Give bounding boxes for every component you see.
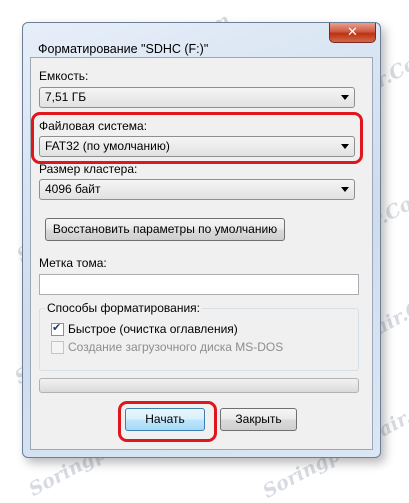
dialog-title: Форматирование "SDHC (F:)" [38,42,209,56]
close-icon: ✕ [347,24,358,39]
filesystem-value: FAT32 (по умолчанию) [45,139,170,153]
volume-label-input[interactable] [39,274,359,295]
quick-format-checkbox[interactable] [51,321,64,336]
restore-defaults-button[interactable]: Восстановить параметры по умолчанию [45,218,285,241]
capacity-value: 7,51 ГБ [45,90,87,104]
cluster-value: 4096 байт [45,182,101,196]
chevron-down-icon [341,95,349,100]
close-button[interactable]: Закрыть [220,408,297,431]
filesystem-label: Файловая система: [39,119,148,133]
capacity-select[interactable]: 7,51 ГБ [39,87,355,108]
chevron-down-icon [341,187,349,192]
chevron-down-icon [341,144,349,149]
quick-format-label[interactable]: Быстрое (очистка оглавления) [68,322,238,336]
format-progress-bar [39,378,359,393]
format-dialog: Форматирование "SDHC (F:)" ✕ Емкость: 7,… [22,22,381,458]
volume-label: Метка тома: [39,256,107,270]
msdos-boot-label: Создание загрузочного диска MS-DOS [68,340,284,354]
capacity-label: Емкость: [39,69,89,83]
close-window-button[interactable]: ✕ [329,23,376,43]
cluster-select[interactable]: 4096 байт [39,179,355,200]
start-button[interactable]: Начать [125,408,205,431]
msdos-boot-checkbox [51,341,64,354]
dialog-body: Емкость: 7,51 ГБ Файловая система: FAT32… [30,57,373,450]
filesystem-select[interactable]: FAT32 (по умолчанию) [39,136,355,157]
cluster-label: Размер кластера: [39,162,138,176]
format-options-label: Способы форматирования: [45,301,202,315]
title-bar[interactable]: Форматирование "SDHC (F:)" ✕ [23,23,380,56]
